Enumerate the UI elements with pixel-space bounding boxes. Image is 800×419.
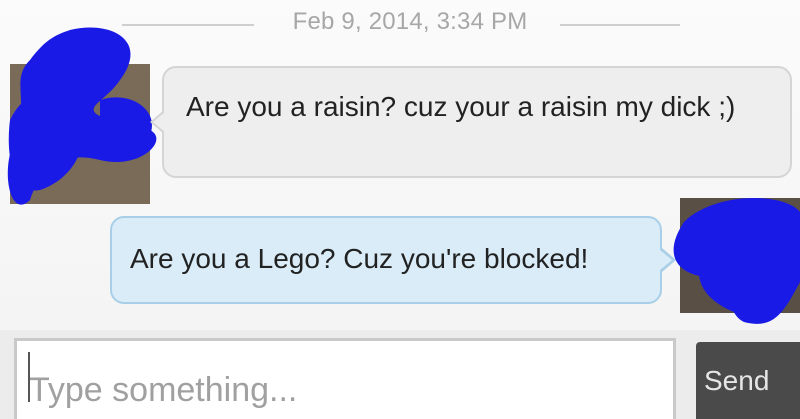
- outgoing-message-bubble[interactable]: Are you a Lego? Cuz you're blocked!: [110, 216, 662, 304]
- send-button[interactable]: Send: [696, 342, 800, 419]
- incoming-bubble-tail: [153, 112, 165, 132]
- chat-thread: Feb 9, 2014, 3:34 PM Are you a raisin? c…: [0, 0, 800, 330]
- message-timestamp: Feb 9, 2014, 3:34 PM: [292, 8, 528, 35]
- incoming-message-text: Are you a raisin? cuz your a raisin my d…: [186, 91, 736, 122]
- text-cursor: [28, 352, 30, 402]
- incoming-message-bubble[interactable]: Are you a raisin? cuz your a raisin my d…: [162, 66, 792, 178]
- outgoing-message-text: Are you a Lego? Cuz you're blocked!: [130, 243, 589, 274]
- redaction-scribble-left: [7, 27, 157, 205]
- message-input[interactable]: [14, 338, 676, 419]
- divider-line-right: [560, 24, 680, 26]
- redaction-scribble-right: [673, 198, 800, 324]
